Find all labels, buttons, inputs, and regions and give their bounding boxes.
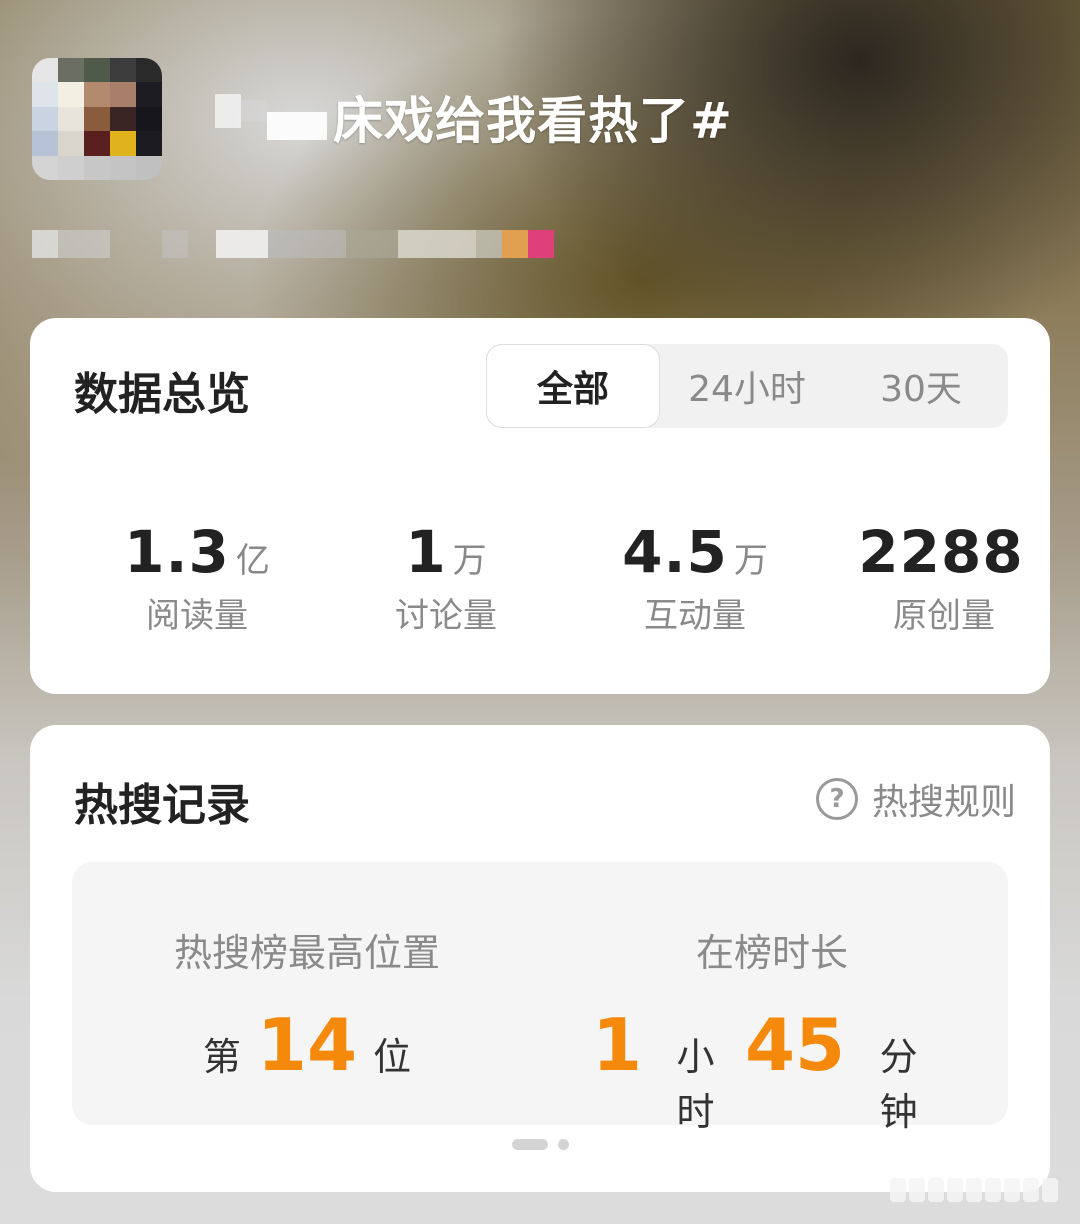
tab-30d[interactable]: 30天 (834, 344, 1008, 428)
on-list-duration-label: 在榜时长 (695, 931, 848, 975)
on-list-duration: 在榜时长 1 小时 45 分钟 (592, 922, 952, 1136)
stat-reads: 1.3 亿 阅读量 (72, 518, 322, 637)
overview-card: 数据总览 全部 24小时 30天 1.3 亿 阅读量 1万 讨论量 4.5 万 互动… (30, 318, 1050, 694)
hot-search-stats-panel: 热搜榜最高位置 第 14 位 在榜时长 1 小时 45 分钟 (72, 862, 1008, 1134)
stat-interactions-value: 4.5 (622, 518, 728, 586)
time-range-segmented-control: 全部 24小时 30天 (486, 344, 1008, 428)
highest-position-prefix: 第 (202, 1035, 241, 1079)
overview-title: 数据总览 (74, 369, 250, 420)
duration-hours: 1 (592, 1003, 643, 1087)
topic-subtitle-redacted (32, 228, 554, 260)
stat-originals-value: 2288 (858, 518, 1024, 586)
topic-title-redacted (215, 94, 327, 140)
stat-discussions-label: 讨论量 (395, 596, 497, 636)
page-indicator-active (512, 1139, 548, 1150)
duration-hours-unit: 小时 (676, 1035, 715, 1134)
highest-position: 热搜榜最高位置 第 14 位 (132, 922, 482, 1087)
stat-reads-label: 阅读量 (146, 596, 248, 636)
hot-search-rules-link[interactable]: ? 热搜规则 (815, 773, 1016, 825)
hot-search-title: 热搜记录 (74, 780, 250, 831)
page-indicator-inactive (558, 1139, 569, 1150)
help-icon: ? (815, 778, 858, 820)
stat-originals: 2288 原创量 (819, 518, 1069, 637)
stat-discussions-value: 1 (405, 518, 447, 586)
topic-avatar (32, 58, 162, 180)
stat-discussions: 1万 讨论量 (321, 518, 571, 637)
highest-position-suffix: 位 (373, 1035, 412, 1079)
stat-interactions-unit: 万 (733, 541, 768, 581)
tab-24h[interactable]: 24小时 (660, 344, 834, 428)
duration-minutes-unit: 分钟 (879, 1035, 918, 1134)
stat-discussions-unit: 万 (452, 541, 487, 581)
highest-position-value: 14 (256, 1003, 358, 1087)
tab-all[interactable]: 全部 (486, 344, 660, 428)
hot-search-rules-label: 热搜规则 (871, 782, 1016, 823)
duration-minutes: 45 (744, 1003, 846, 1087)
stat-reads-value: 1.3 (124, 518, 230, 586)
stat-interactions: 4.5 万 互动量 (570, 518, 820, 637)
stat-interactions-label: 互动量 (644, 596, 746, 636)
watermark (890, 1178, 1058, 1202)
stat-reads-unit: 亿 (235, 541, 270, 581)
hot-search-card: 热搜记录 ? 热搜规则 热搜榜最高位置 第 14 位 在榜时长 1 小时 45 … (30, 725, 1050, 1192)
topic-title-row: 床戏给我看热了# (215, 82, 733, 152)
highest-position-label: 热搜榜最高位置 (173, 931, 440, 975)
stat-originals-label: 原创量 (893, 596, 995, 636)
topic-title: 床戏给我看热了# (333, 92, 733, 150)
page-indicator (512, 1139, 569, 1150)
